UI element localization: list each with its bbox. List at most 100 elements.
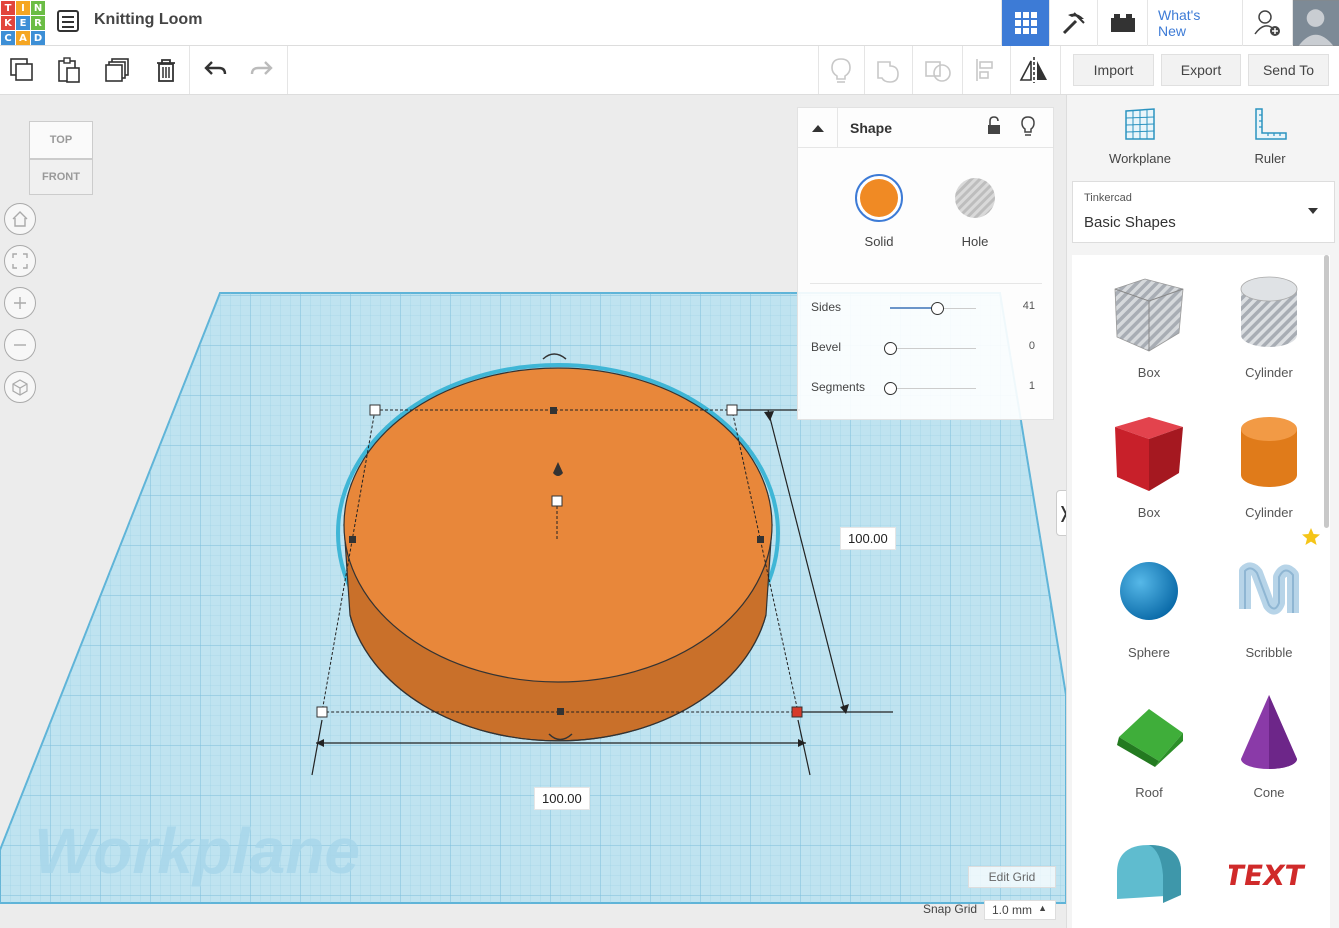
- align-button[interactable]: [970, 54, 1002, 86]
- design-menu-icon[interactable]: [57, 10, 79, 32]
- param-label: Bevel: [811, 340, 842, 354]
- lightbulb-icon[interactable]: [1020, 116, 1036, 138]
- hole-option[interactable]: Hole: [948, 173, 1002, 249]
- bricks-view-button[interactable]: [1097, 0, 1147, 46]
- shape-cone[interactable]: Cone: [1209, 675, 1329, 815]
- library-source: Tinkercad: [1084, 192, 1132, 204]
- inspector-collapse-button[interactable]: [798, 108, 838, 148]
- workplane-icon: [1125, 108, 1155, 140]
- show-light-button[interactable]: [825, 54, 857, 86]
- snap-grid-label: Snap Grid: [923, 902, 978, 916]
- logo-letter: T: [1, 1, 15, 15]
- logo-letter: I: [16, 1, 30, 15]
- param-segments: Segments 1: [798, 378, 1055, 398]
- hole-label: Hole: [961, 234, 989, 249]
- 3d-design-view-button[interactable]: [1001, 0, 1049, 46]
- logo-letter: N: [31, 1, 45, 15]
- shape-inspector: Shape Solid Hole Sides 41 Bevel 0 Segments 1: [797, 107, 1054, 420]
- shape-roof[interactable]: Roof: [1089, 675, 1209, 815]
- ungroup-icon: [925, 61, 951, 82]
- workplane-tool[interactable]: Workplane: [1085, 105, 1195, 166]
- gallery-scrollbar[interactable]: [1324, 255, 1329, 528]
- brick-icon: [1110, 14, 1135, 32]
- param-value[interactable]: 0: [1029, 340, 1035, 352]
- chevron-down-icon: [1308, 208, 1318, 214]
- edit-grid-button[interactable]: Edit Grid: [968, 866, 1056, 888]
- perspective-button[interactable]: [4, 371, 36, 403]
- shape-scribble[interactable]: Scribble: [1209, 528, 1329, 675]
- trash-icon: [157, 59, 175, 82]
- sphere-icon: [1120, 562, 1178, 620]
- right-panel: Workplane Ruler Tinkercad Basic Shapes B…: [1066, 95, 1339, 928]
- caret-up-icon: ▲: [1038, 903, 1047, 913]
- ruler-tool[interactable]: Ruler: [1215, 105, 1325, 166]
- whats-new-link[interactable]: What's New: [1147, 0, 1242, 46]
- tinkercad-logo[interactable]: TIN KER CAD: [0, 0, 45, 45]
- pickaxe-icon: [1062, 12, 1085, 35]
- depth-dimension-input[interactable]: 100.00: [840, 527, 896, 550]
- logo-letter: C: [1, 31, 15, 45]
- export-button[interactable]: Export: [1161, 54, 1241, 86]
- slider-knob[interactable]: [931, 302, 944, 315]
- workplane-label: Workplane: [1109, 151, 1171, 166]
- 3d-canvas[interactable]: Workplane TOP FRONT 100.00 100.00 Shape …: [0, 95, 1066, 928]
- blocks-view-button[interactable]: [1049, 0, 1097, 46]
- shape-cylinder-hole[interactable]: Cylinder: [1209, 255, 1329, 395]
- star-icon: [1302, 528, 1320, 545]
- shape-cylinder[interactable]: Cylinder: [1209, 395, 1329, 535]
- import-button[interactable]: Import: [1073, 54, 1154, 86]
- group-button[interactable]: [873, 54, 905, 86]
- lock-icon[interactable]: [986, 116, 1002, 136]
- shape-box[interactable]: Box: [1089, 395, 1209, 535]
- cone-icon: [1241, 695, 1297, 769]
- align-icon: [976, 59, 993, 81]
- shape-box-hole[interactable]: Box: [1089, 255, 1209, 395]
- copy-button[interactable]: [6, 54, 38, 86]
- param-value[interactable]: 1: [1029, 380, 1035, 392]
- home-view-button[interactable]: [4, 203, 36, 235]
- slider-knob[interactable]: [884, 342, 897, 355]
- snap-grid-value: 1.0 mm: [992, 903, 1033, 917]
- duplicate-icon: [105, 58, 129, 82]
- shape-gallery: Box Cylinder Box Cylinder Sphere Scribbl…: [1072, 255, 1330, 928]
- design-title[interactable]: Knitting Loom: [94, 11, 202, 29]
- param-slider[interactable]: [890, 302, 976, 315]
- ruler-label: Ruler: [1254, 151, 1286, 166]
- duplicate-button[interactable]: [101, 54, 133, 86]
- fit-icon: [12, 253, 28, 269]
- paste-button[interactable]: [53, 54, 85, 86]
- invite-user-button[interactable]: [1242, 0, 1292, 46]
- width-dimension-input[interactable]: 100.00: [534, 787, 590, 810]
- mirror-button[interactable]: [1018, 54, 1050, 86]
- solid-option[interactable]: Solid: [852, 173, 906, 249]
- shape-text[interactable]: TEXT: [1209, 815, 1329, 928]
- logo-letter: D: [31, 31, 45, 45]
- slider-knob[interactable]: [884, 382, 897, 395]
- user-avatar[interactable]: [1292, 0, 1339, 46]
- send-to-button[interactable]: Send To: [1248, 54, 1329, 86]
- shape-sphere[interactable]: Sphere: [1089, 535, 1209, 675]
- view-cube-top[interactable]: TOP: [29, 121, 93, 159]
- workplane-watermark: Workplane: [34, 815, 360, 887]
- undo-button[interactable]: [199, 54, 231, 86]
- delete-button[interactable]: [150, 54, 182, 86]
- view-cube[interactable]: TOP FRONT: [27, 119, 95, 197]
- zoom-out-button[interactable]: [4, 329, 36, 361]
- logo-letter: K: [1, 16, 15, 30]
- solid-label: Solid: [864, 234, 894, 249]
- logo-letter: R: [31, 16, 45, 30]
- snap-grid-select[interactable]: 1.0 mm ▲: [984, 900, 1056, 920]
- param-value[interactable]: 41: [1023, 300, 1035, 312]
- param-slider[interactable]: [884, 382, 976, 395]
- shape-library-select[interactable]: Tinkercad Basic Shapes: [1072, 181, 1335, 243]
- fit-view-button[interactable]: [4, 245, 36, 277]
- redo-button[interactable]: [246, 54, 278, 86]
- cylinder-hole-icon: [1240, 276, 1298, 347]
- view-cube-front[interactable]: FRONT: [29, 159, 93, 195]
- shape-half-cylinder[interactable]: [1089, 815, 1209, 928]
- roof-icon: [1117, 709, 1183, 767]
- ungroup-button[interactable]: [922, 54, 954, 86]
- param-slider[interactable]: [884, 342, 976, 355]
- zoom-in-button[interactable]: [4, 287, 36, 319]
- cylinder-shape[interactable]: [343, 367, 773, 742]
